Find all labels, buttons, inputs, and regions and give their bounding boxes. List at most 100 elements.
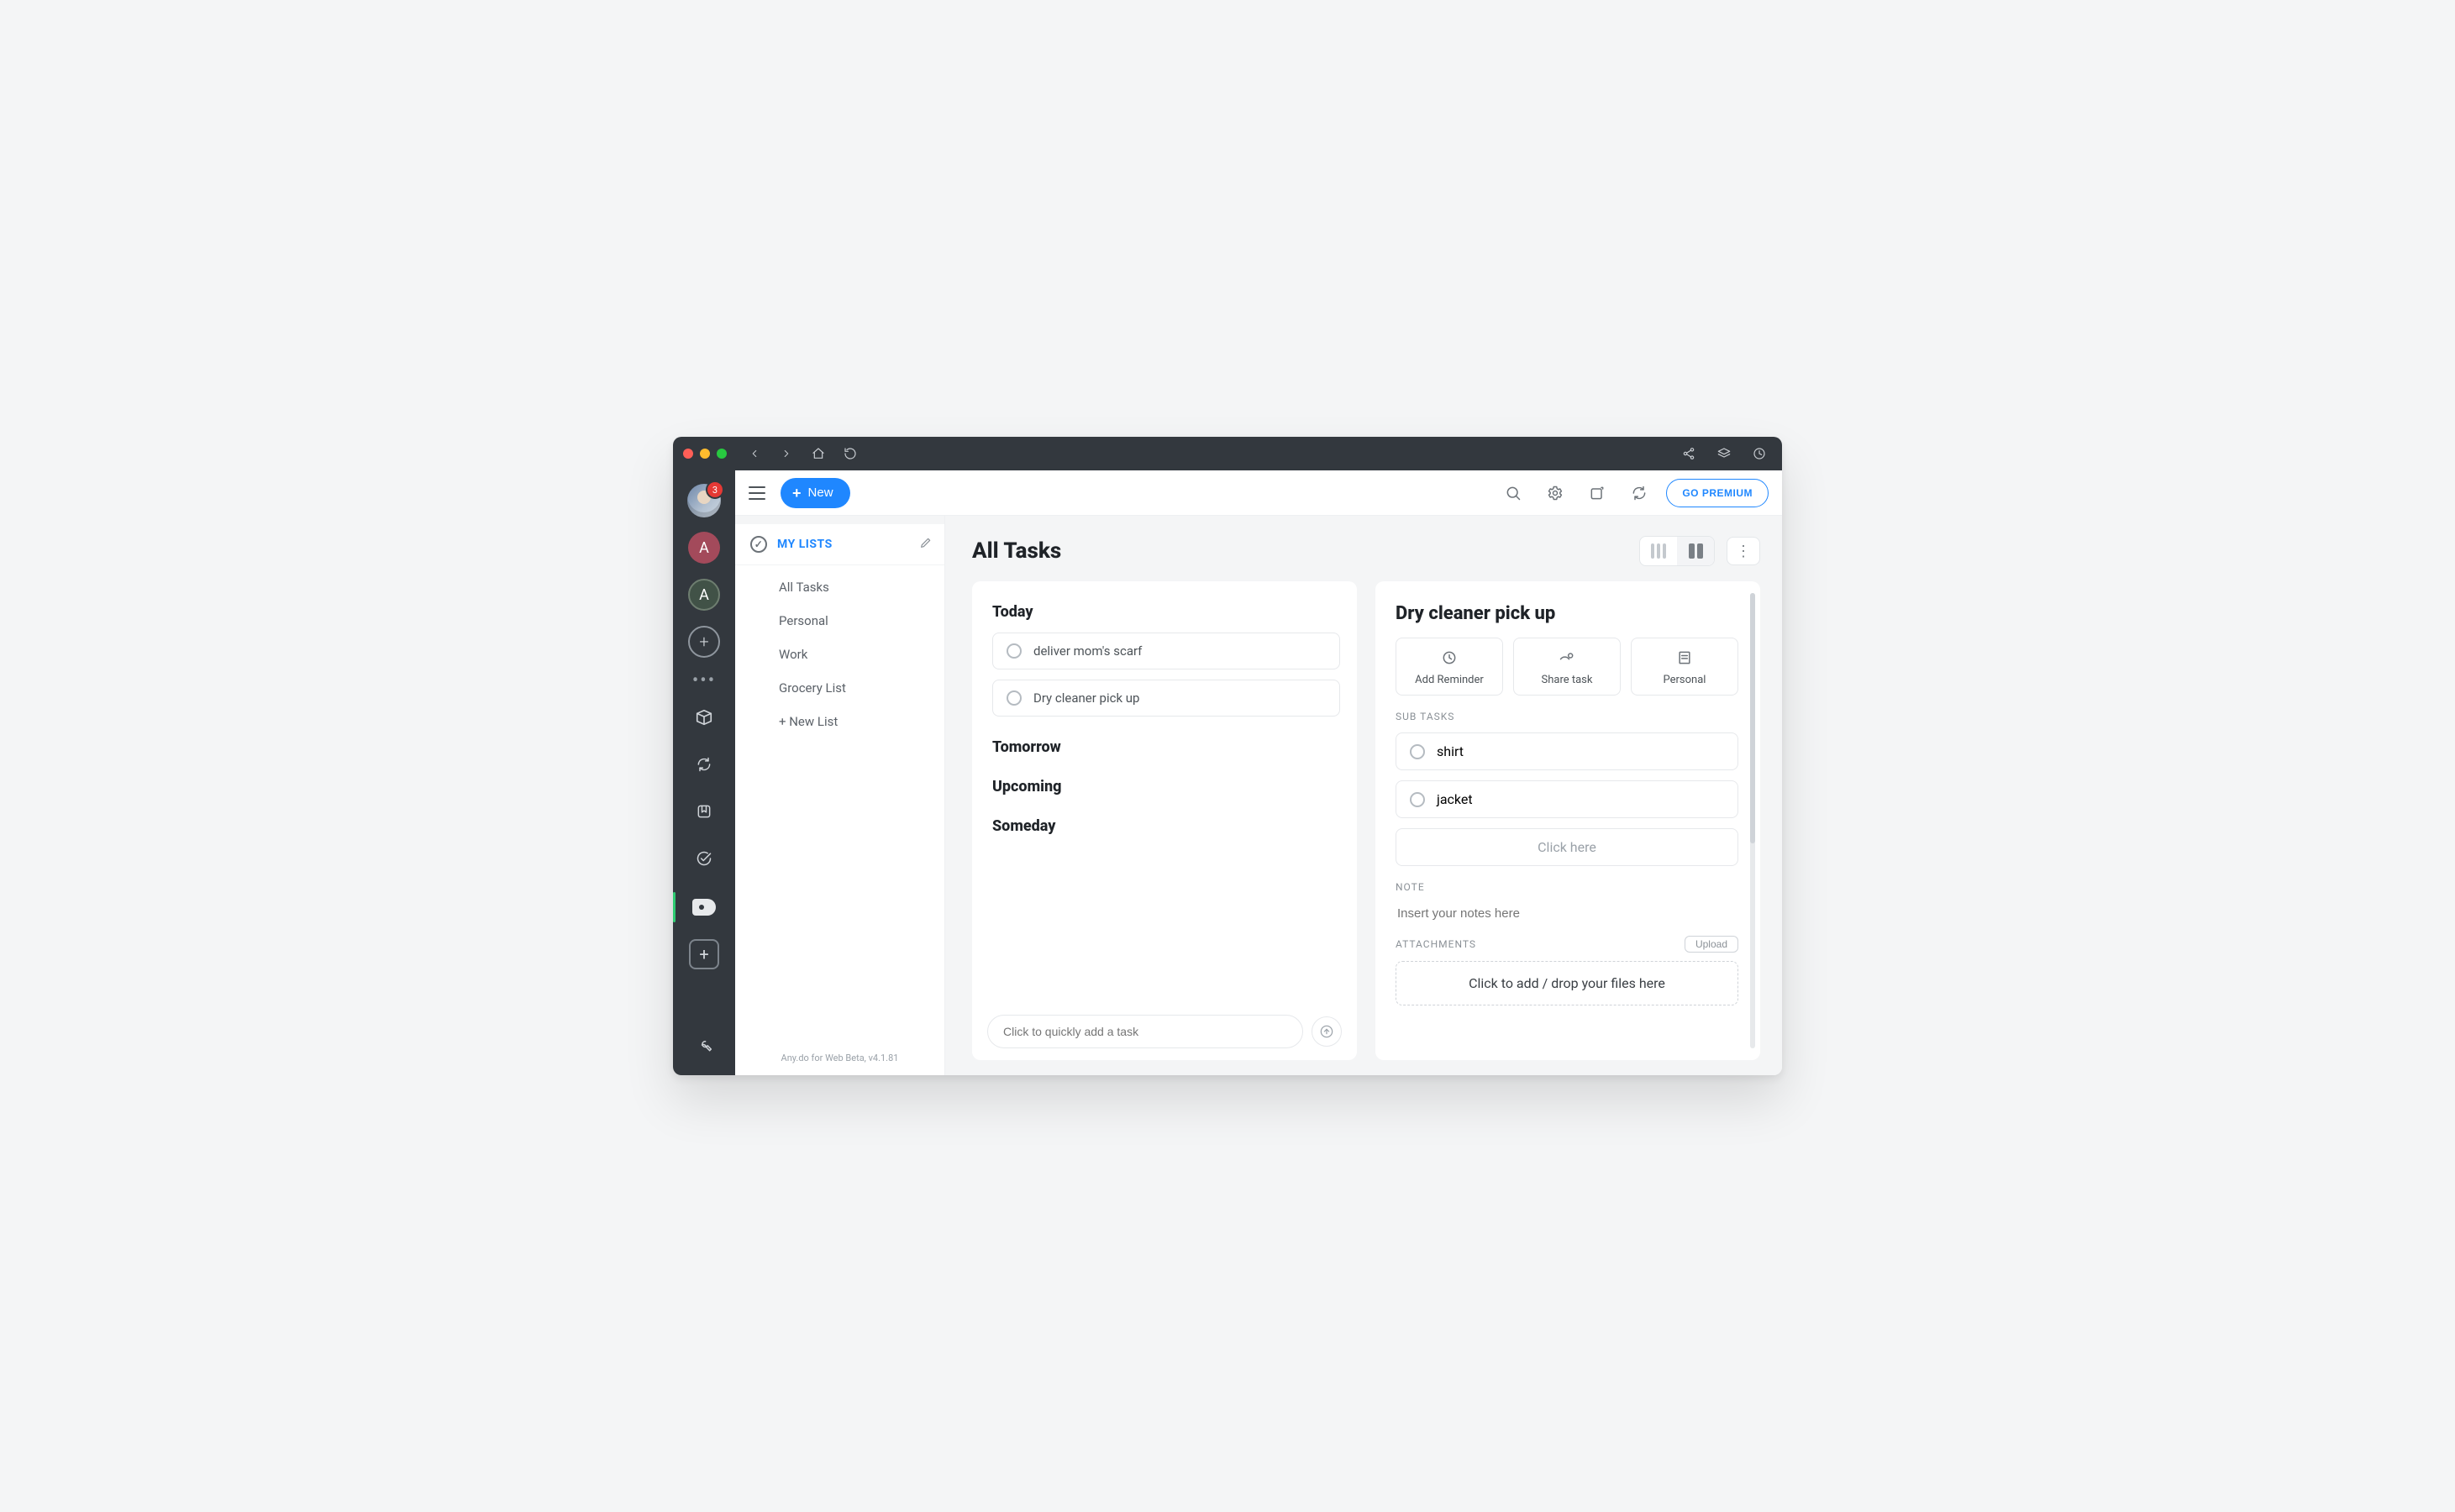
attachments-dropzone[interactable]: Click to add / drop your files here (1396, 961, 1738, 1005)
subtask-label: shirt (1437, 743, 1464, 759)
search-icon (1505, 485, 1522, 501)
share-icon[interactable] (1681, 446, 1696, 461)
rail-bookmark[interactable] (673, 790, 735, 837)
sidebar-item-work[interactable]: Work (735, 638, 944, 671)
team-avatar-icon: A (688, 532, 720, 564)
upload-button[interactable]: Upload (1685, 936, 1738, 953)
add-subtask-button[interactable]: Click here (1396, 828, 1738, 866)
check-circle-icon (696, 850, 712, 870)
rail-tasks[interactable] (673, 884, 735, 931)
detail-title: Dry cleaner pick up (1396, 603, 1738, 624)
edit-icon[interactable] (919, 536, 933, 553)
clock-icon (1401, 648, 1497, 667)
task-row[interactable]: deliver mom's scarf (992, 633, 1340, 669)
reload-icon[interactable] (843, 446, 858, 461)
workspace-rail: 3 A A + ••• + (673, 470, 735, 1075)
quick-add-submit[interactable] (1312, 1016, 1342, 1047)
attachments-heading: ATTACHMENTS (1396, 938, 1476, 950)
app-body: ✓ MY LISTS All Tasks Personal Work Groce… (735, 516, 1782, 1075)
more-vertical-icon: ⋮ (1736, 543, 1751, 560)
subtask-checkbox[interactable] (1410, 792, 1425, 807)
rail-user[interactable]: 3 (673, 477, 735, 524)
section-upcoming: Upcoming (992, 778, 1340, 795)
home-icon[interactable] (811, 446, 826, 461)
rail-sync[interactable] (673, 743, 735, 790)
settings-button[interactable] (1540, 478, 1570, 508)
layers-icon[interactable] (1716, 446, 1732, 461)
tile-label: Add Reminder (1401, 674, 1497, 686)
sidebar-item-all-tasks[interactable]: All Tasks (735, 570, 944, 604)
nav-controls (747, 446, 858, 461)
task-checkbox[interactable] (1007, 643, 1022, 659)
main-area: All Tasks ⋮ (945, 516, 1782, 1075)
columns-icon (1689, 543, 1695, 559)
quick-add-input[interactable] (987, 1015, 1303, 1048)
subtask-checkbox[interactable] (1410, 744, 1425, 759)
note-heading: NOTE (1396, 881, 1738, 893)
bookmark-icon (696, 803, 712, 823)
menu-button[interactable] (745, 483, 769, 503)
task-detail-panel: Dry cleaner pick up Add Reminder Share t… (1375, 581, 1760, 1060)
search-button[interactable] (1498, 478, 1528, 508)
back-icon[interactable] (747, 446, 762, 461)
expand-icon (1589, 485, 1606, 501)
app-column: + New GO PREMIUM ✓ MY LISTS (735, 470, 1782, 1075)
note-input[interactable] (1396, 903, 1738, 932)
section-today: Today (992, 603, 1340, 621)
window-controls[interactable] (683, 449, 727, 459)
forward-icon[interactable] (779, 446, 794, 461)
rail-add-workspace[interactable]: + (673, 618, 735, 665)
rail-team-2[interactable]: A (673, 571, 735, 618)
subtask-row[interactable]: jacket (1396, 780, 1738, 818)
maximize-window-icon[interactable] (717, 449, 727, 459)
task-label: deliver mom's scarf (1033, 643, 1142, 659)
section-tomorrow: Tomorrow (992, 738, 1340, 756)
browser-titlebar (673, 437, 1782, 470)
task-row[interactable]: Dry cleaner pick up (992, 680, 1340, 717)
tile-share-task[interactable]: Share task (1513, 638, 1621, 696)
tile-list[interactable]: Personal (1631, 638, 1738, 696)
refresh-button[interactable] (1624, 478, 1654, 508)
box-icon (695, 708, 713, 730)
subtask-row[interactable]: shirt (1396, 732, 1738, 770)
team-avatar-icon: A (688, 579, 720, 611)
rail-done[interactable] (673, 837, 735, 884)
expand-button[interactable] (1582, 478, 1612, 508)
more-options-button[interactable]: ⋮ (1727, 537, 1760, 565)
rail-add-square[interactable]: + (673, 931, 735, 978)
rail-more[interactable]: ••• (673, 665, 735, 696)
lists-heading-row[interactable]: ✓ MY LISTS (735, 524, 944, 565)
lists-heading: MY LISTS (777, 538, 909, 551)
subtasks-heading: SUB TASKS (1396, 711, 1738, 722)
task-label: Dry cleaner pick up (1033, 690, 1139, 706)
tile-label: Share task (1519, 674, 1615, 686)
new-task-button[interactable]: + New (781, 478, 850, 508)
scrollbar-thumb[interactable] (1750, 593, 1755, 843)
sidebar-item-new-list[interactable]: + New List (735, 705, 944, 738)
scrollbar[interactable] (1750, 593, 1755, 1048)
refresh-icon (1631, 485, 1648, 501)
rail-box[interactable] (673, 696, 735, 743)
list-items: All Tasks Personal Work Grocery List + N… (735, 565, 944, 743)
sidebar-item-personal[interactable]: Personal (735, 604, 944, 638)
rail-team-1[interactable]: A (673, 524, 735, 571)
new-task-label: New (808, 486, 833, 500)
view-narrow-columns[interactable] (1640, 537, 1677, 565)
tasks-panel: Today deliver mom's scarf Dry cleaner pi… (972, 581, 1357, 1060)
go-premium-button[interactable]: GO PREMIUM (1666, 479, 1769, 507)
check-circle-icon: ✓ (750, 536, 767, 553)
view-wide-columns[interactable] (1677, 537, 1714, 565)
sidebar-item-grocery[interactable]: Grocery List (735, 671, 944, 705)
list-icon (1637, 648, 1732, 667)
quick-add-row (987, 1015, 1342, 1048)
gear-icon (1547, 485, 1564, 501)
minimize-window-icon[interactable] (700, 449, 710, 459)
close-window-icon[interactable] (683, 449, 693, 459)
history-icon[interactable] (1752, 446, 1767, 461)
rail-settings[interactable] (673, 1023, 735, 1070)
app-version: Any.do for Web Beta, v4.1.81 (735, 1041, 944, 1075)
task-checkbox[interactable] (1007, 690, 1022, 706)
subtask-label: jacket (1437, 791, 1473, 807)
detail-action-tiles: Add Reminder Share task Personal (1396, 638, 1738, 696)
tile-add-reminder[interactable]: Add Reminder (1396, 638, 1503, 696)
